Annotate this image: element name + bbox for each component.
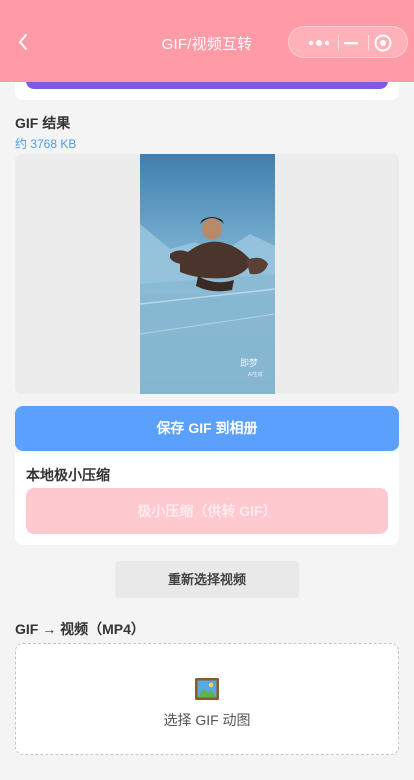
gif-picker-label: 选择 GIF 动图: [163, 712, 251, 728]
gif-preview: 即梦 AI生成: [15, 154, 399, 394]
watermark-subtext: AI生成: [248, 371, 263, 378]
minimize-icon[interactable]: [341, 33, 361, 53]
capsule-divider: [338, 35, 339, 51]
navigation-bar: GIF/视频互转: [0, 0, 414, 82]
framed-picture-icon: [195, 678, 219, 700]
gif-preview-image: 即梦 AI生成: [140, 154, 275, 394]
record-circle-icon[interactable]: [373, 33, 393, 53]
reselect-video-button[interactable]: 重新选择视频: [115, 561, 299, 598]
watermark-text: 即梦: [240, 358, 258, 368]
gif-to-video-title: GIF → 视频（MP4）: [15, 621, 145, 637]
gif-size-text: 约 3768 KB: [15, 137, 77, 151]
compress-card: 本地极小压缩 极小压缩（供转 GIF）: [15, 452, 399, 545]
compress-title: 本地极小压缩: [26, 467, 110, 483]
save-gif-button[interactable]: 保存 GIF 到相册: [15, 406, 399, 451]
capsule-divider: [368, 35, 369, 51]
more-dots-icon[interactable]: [299, 33, 339, 53]
capsule-menu: [288, 26, 408, 58]
compress-button[interactable]: 极小压缩（供转 GIF）: [26, 488, 388, 534]
gif-picker-dropzone[interactable]: 选择 GIF 动图: [15, 643, 399, 755]
gif-result-title: GIF 结果: [15, 115, 71, 131]
